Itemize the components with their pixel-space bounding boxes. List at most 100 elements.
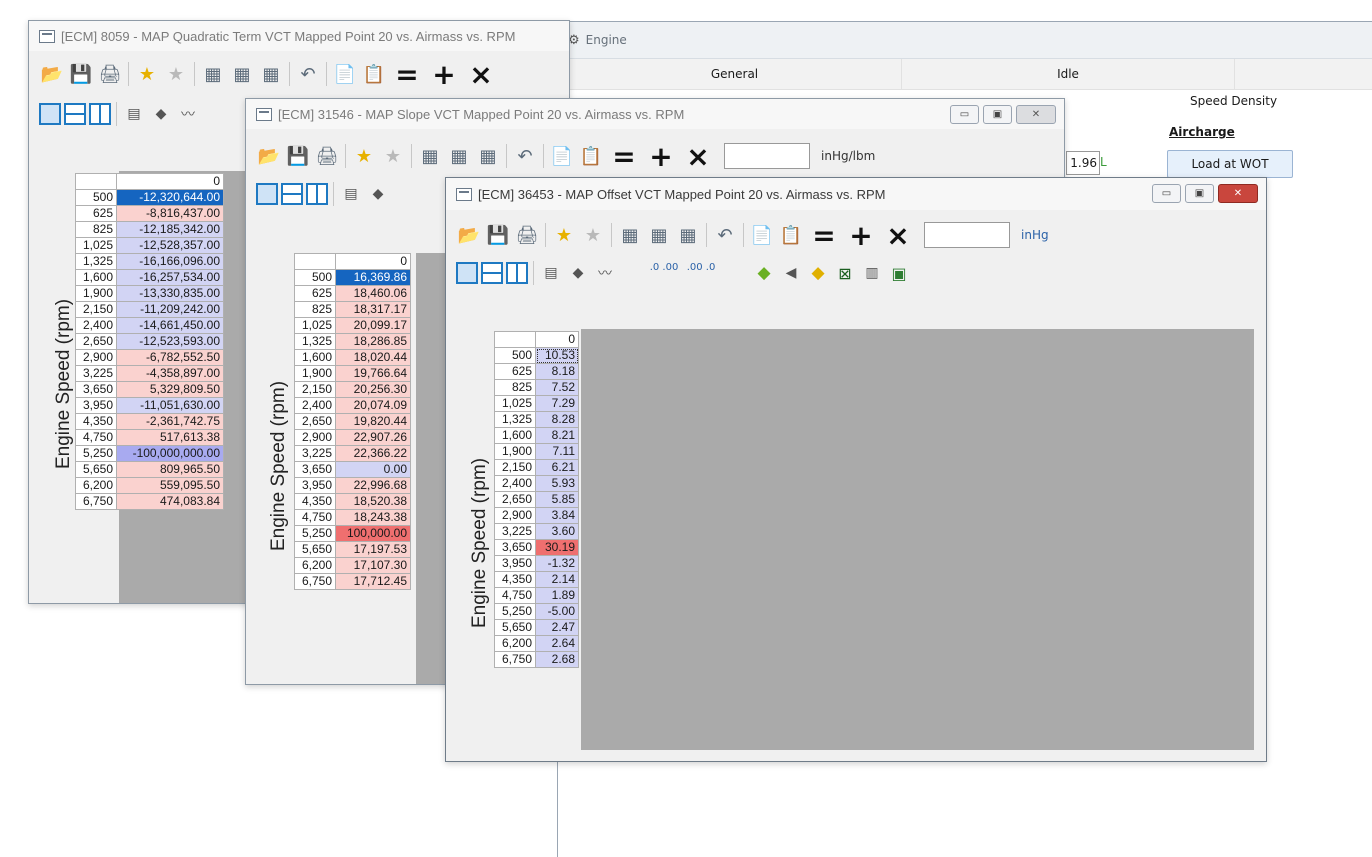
- row-header[interactable]: 5,650: [75, 461, 117, 478]
- value-cell[interactable]: 6.21: [535, 459, 579, 476]
- compare-icon[interactable]: ▦: [417, 143, 443, 169]
- smooth-icon[interactable]: ◆: [806, 261, 830, 285]
- split-vertical-button[interactable]: [89, 103, 111, 125]
- value-cell[interactable]: 5.93: [535, 475, 579, 492]
- value-cell[interactable]: 474,083.84: [116, 493, 224, 510]
- paste-icon[interactable]: 📋: [778, 222, 804, 248]
- value-cell[interactable]: 559,095.50: [116, 477, 224, 494]
- compare-icon[interactable]: ▦: [229, 61, 255, 87]
- row-header[interactable]: 6,200: [494, 635, 536, 652]
- row-header[interactable]: 2,150: [75, 301, 117, 318]
- value-cell[interactable]: -6,782,552.50: [116, 349, 224, 366]
- value-cell[interactable]: 19,766.64: [335, 365, 411, 382]
- decrease-decimals-button[interactable]: .00 .0: [684, 260, 718, 287]
- multiply-icon[interactable]: ×: [464, 58, 498, 91]
- value-cell[interactable]: 30.19: [535, 539, 579, 556]
- value-cell[interactable]: 18,317.17: [335, 301, 411, 318]
- value-cell[interactable]: -14,661,450.00: [116, 317, 224, 334]
- equals-icon[interactable]: =: [390, 58, 424, 91]
- close-button[interactable]: ✕: [1218, 184, 1258, 203]
- compare-icon[interactable]: ▦: [475, 143, 501, 169]
- diamond-icon[interactable]: ◆: [149, 102, 173, 126]
- minimize-button[interactable]: ▭: [950, 105, 979, 124]
- row-header[interactable]: 2,650: [494, 491, 536, 508]
- value-cell[interactable]: 2.64: [535, 635, 579, 652]
- row-header[interactable]: 5,250: [494, 603, 536, 620]
- column-header[interactable]: 0: [116, 173, 224, 190]
- split-horizontal-button[interactable]: [281, 183, 303, 205]
- save-icon[interactable]: 💾: [485, 222, 511, 248]
- value-cell[interactable]: 5.85: [535, 491, 579, 508]
- open-icon[interactable]: 📂: [39, 61, 65, 87]
- row-header[interactable]: 500: [294, 269, 336, 286]
- row-header[interactable]: 2,650: [75, 333, 117, 350]
- value-cell[interactable]: 20,256.30: [335, 381, 411, 398]
- value-cell[interactable]: -11,209,242.00: [116, 301, 224, 318]
- value-cell[interactable]: -8,816,437.00: [116, 205, 224, 222]
- value-cell[interactable]: 8.18: [535, 363, 579, 380]
- fill-icon[interactable]: ◆: [752, 261, 776, 285]
- value-cell[interactable]: 7.52: [535, 379, 579, 396]
- value-cell[interactable]: -12,528,357.00: [116, 237, 224, 254]
- split-horizontal-button[interactable]: [481, 262, 503, 284]
- value-cell[interactable]: -11,051,630.00: [116, 397, 224, 414]
- value-cell[interactable]: 3.60: [535, 523, 579, 540]
- row-header[interactable]: 1,025: [294, 317, 336, 334]
- add-favorite-icon[interactable]: ★: [551, 222, 577, 248]
- row-header[interactable]: 2,900: [494, 507, 536, 524]
- value-cell[interactable]: 517,613.38: [116, 429, 224, 446]
- split-vertical-button[interactable]: [506, 262, 528, 284]
- close-button[interactable]: ✕: [1016, 105, 1056, 124]
- value-cell[interactable]: -12,185,342.00: [116, 221, 224, 238]
- row-header[interactable]: 3,650: [494, 539, 536, 556]
- value-cell[interactable]: 20,099.17: [335, 317, 411, 334]
- row-header[interactable]: 500: [494, 347, 536, 364]
- tab-idle[interactable]: Idle: [902, 59, 1235, 89]
- value-cell[interactable]: 7.11: [535, 443, 579, 460]
- row-header[interactable]: 5,650: [294, 541, 336, 558]
- value-cell[interactable]: 17,197.53: [335, 541, 411, 558]
- value-cell[interactable]: 1.89: [535, 587, 579, 604]
- row-header[interactable]: 4,350: [494, 571, 536, 588]
- row-header[interactable]: 625: [494, 363, 536, 380]
- row-header[interactable]: 2,900: [294, 429, 336, 446]
- row-header[interactable]: 1,325: [294, 333, 336, 350]
- value-cell[interactable]: 0.00: [335, 461, 411, 478]
- multiply-icon[interactable]: ×: [681, 140, 715, 173]
- value-cell[interactable]: 3.84: [535, 507, 579, 524]
- value-cell[interactable]: -4,358,897.00: [116, 365, 224, 382]
- table-view-icon[interactable]: ▤: [539, 261, 563, 285]
- value-cell[interactable]: 7.29: [535, 395, 579, 412]
- diamond-icon[interactable]: ◆: [366, 182, 390, 206]
- value-cell[interactable]: 2.14: [535, 571, 579, 588]
- row-header[interactable]: 5,250: [294, 525, 336, 542]
- value-cell[interactable]: 22,366.22: [335, 445, 411, 462]
- displacement-field[interactable]: 1.96: [1066, 151, 1100, 175]
- compare-icon[interactable]: ▦: [617, 222, 643, 248]
- row-header[interactable]: 3,225: [494, 523, 536, 540]
- split-horizontal-button[interactable]: [64, 103, 86, 125]
- value-cell[interactable]: 17,107.30: [335, 557, 411, 574]
- value-cell[interactable]: 8.28: [535, 411, 579, 428]
- plus-icon[interactable]: +: [644, 140, 678, 173]
- value-cell[interactable]: 2.68: [535, 651, 579, 668]
- row-header[interactable]: 2,650: [294, 413, 336, 430]
- row-header[interactable]: 1,025: [494, 395, 536, 412]
- column-header[interactable]: 0: [335, 253, 411, 270]
- row-header[interactable]: 1,025: [75, 237, 117, 254]
- tab-speed-density[interactable]: Speed Density: [1190, 94, 1277, 108]
- value-cell[interactable]: -12,523,593.00: [116, 333, 224, 350]
- row-header[interactable]: 3,225: [75, 365, 117, 382]
- row-header[interactable]: 6,750: [494, 651, 536, 668]
- row-header[interactable]: 2,400: [494, 475, 536, 492]
- column-header[interactable]: 0: [535, 331, 579, 348]
- paste-icon[interactable]: 📋: [361, 61, 387, 87]
- row-header[interactable]: 1,900: [494, 443, 536, 460]
- table-view-icon[interactable]: ▤: [122, 102, 146, 126]
- undo-icon[interactable]: ↶: [295, 61, 321, 87]
- print-icon[interactable]: 🖨: [97, 61, 123, 87]
- row-header[interactable]: 5,250: [75, 445, 117, 462]
- row-header[interactable]: 4,350: [75, 413, 117, 430]
- split-vertical-button[interactable]: [306, 183, 328, 205]
- row-header[interactable]: 2,150: [294, 381, 336, 398]
